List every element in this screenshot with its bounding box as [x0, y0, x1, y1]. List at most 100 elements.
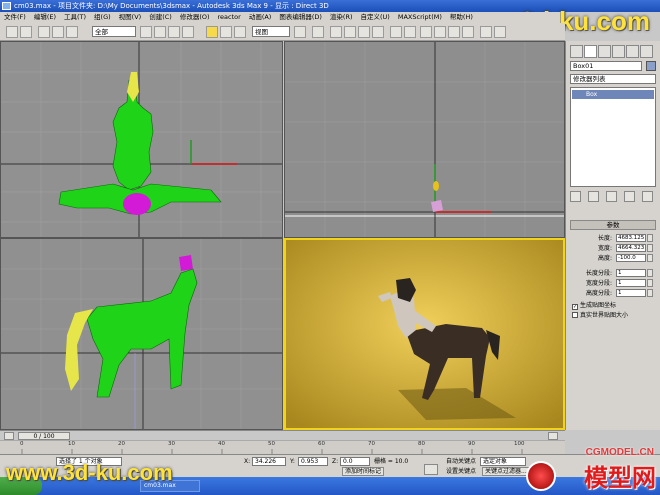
- select-rotate-icon[interactable]: [220, 26, 232, 38]
- menu-maxscript[interactable]: MAXScript(M): [394, 12, 446, 23]
- selection-filter-dropdown[interactable]: 全部: [92, 26, 136, 37]
- angle-snap-icon[interactable]: [344, 26, 356, 38]
- redo-icon[interactable]: [20, 26, 32, 38]
- pivot-center-icon[interactable]: [294, 26, 306, 38]
- spinner-icon[interactable]: [647, 269, 653, 277]
- y-coord-field[interactable]: 0.953: [298, 457, 328, 466]
- grid-size-text: 栅格 = 10.0: [374, 458, 409, 465]
- spinner-icon[interactable]: [647, 279, 653, 287]
- prev-frame-icon[interactable]: [4, 432, 14, 440]
- hierarchy-tab-icon[interactable]: [598, 45, 611, 58]
- select-by-name-icon[interactable]: [154, 26, 166, 38]
- unlink-icon[interactable]: [52, 26, 64, 38]
- set-key-button[interactable]: 设置关键点: [446, 467, 476, 476]
- menu-help[interactable]: 帮助(H): [446, 12, 477, 23]
- modifier-list-dropdown[interactable]: 修改器列表: [570, 74, 656, 84]
- track-bar[interactable]: 0 10 20 30 40 50 60 70 80 90 100: [0, 440, 565, 455]
- viewport-bottom-left[interactable]: [0, 238, 283, 430]
- time-slider[interactable]: 0 / 100: [18, 432, 70, 440]
- menu-edit[interactable]: 编辑(E): [30, 12, 60, 23]
- key-filters-button[interactable]: 关键点过滤器...: [482, 467, 530, 476]
- centaur-head-side[interactable]: [179, 255, 193, 271]
- select-manipulate-icon[interactable]: [312, 26, 324, 38]
- param-input[interactable]: 1: [616, 289, 646, 297]
- selected-object-marker[interactable]: [433, 181, 439, 191]
- menu-group[interactable]: 组(G): [90, 12, 115, 23]
- set-key-icon[interactable]: [424, 464, 438, 475]
- menu-tools[interactable]: 工具(T): [60, 12, 90, 23]
- display-tab-icon[interactable]: [626, 45, 639, 58]
- link-icon[interactable]: [38, 26, 50, 38]
- centaur-head-top[interactable]: [123, 193, 151, 215]
- centaur-side-mini[interactable]: [431, 200, 443, 212]
- remove-modifier-icon[interactable]: [624, 191, 635, 202]
- window-crossing-icon[interactable]: [182, 26, 194, 38]
- percent-snap-icon[interactable]: [358, 26, 370, 38]
- viewport-top-left[interactable]: [0, 41, 283, 238]
- x-coord-field[interactable]: 34.226: [252, 457, 286, 466]
- parameters-rollout[interactable]: 参数: [570, 220, 656, 230]
- next-frame-icon[interactable]: [548, 432, 558, 440]
- menu-graph-editors[interactable]: 图表编辑器(D): [275, 12, 326, 23]
- menu-modifiers[interactable]: 修改器(O): [176, 12, 214, 23]
- param-input[interactable]: -100.0: [616, 254, 646, 262]
- object-name-field[interactable]: Box01: [570, 61, 642, 71]
- quick-render-icon[interactable]: [494, 26, 506, 38]
- utilities-tab-icon[interactable]: [640, 45, 653, 58]
- align-icon[interactable]: [404, 26, 416, 38]
- logo-emblem-icon: [526, 461, 556, 491]
- param-input[interactable]: 4683.125: [616, 234, 646, 242]
- spinner-icon[interactable]: [647, 289, 653, 297]
- auto-key-button[interactable]: 自动关键点: [446, 457, 476, 466]
- add-time-tag-button[interactable]: 添加时间标记: [342, 467, 385, 476]
- menu-create[interactable]: 创建(C): [145, 12, 176, 23]
- render-scene-icon[interactable]: [480, 26, 492, 38]
- menu-file[interactable]: 文件(F): [0, 12, 30, 23]
- snaps-toggle-icon[interactable]: [330, 26, 342, 38]
- centaur-body-side[interactable]: [86, 268, 198, 398]
- bind-space-warp-icon[interactable]: [66, 26, 78, 38]
- show-end-result-icon[interactable]: [588, 191, 599, 202]
- select-object-icon[interactable]: [140, 26, 152, 38]
- menu-animation[interactable]: 动画(A): [245, 12, 276, 23]
- viewport-top-right-scene: [285, 42, 564, 237]
- make-unique-icon[interactable]: [606, 191, 617, 202]
- menu-customize[interactable]: 自定义(U): [357, 12, 394, 23]
- modify-tab-icon[interactable]: [584, 45, 597, 58]
- menu-reactor[interactable]: reactor: [214, 12, 245, 23]
- generate-mapping-checkbox[interactable]: ✓ 生成贴图坐标: [572, 302, 616, 310]
- motion-tab-icon[interactable]: [612, 45, 625, 58]
- undo-icon[interactable]: [6, 26, 18, 38]
- param-width-segs: 宽度分段: 1: [570, 279, 656, 288]
- time-slider-bar: 0 / 100: [0, 430, 565, 440]
- menu-rendering[interactable]: 渲染(R): [326, 12, 357, 23]
- param-input[interactable]: 1: [616, 269, 646, 277]
- schematic-view-icon[interactable]: [448, 26, 460, 38]
- menu-views[interactable]: 视图(V): [115, 12, 146, 23]
- viewport-top-right[interactable]: [284, 41, 565, 238]
- modifier-stack-item[interactable]: Box: [572, 90, 654, 99]
- spinner-icon[interactable]: [647, 254, 653, 262]
- curve-editor-icon[interactable]: [434, 26, 446, 38]
- pin-stack-icon[interactable]: [570, 191, 581, 202]
- param-input[interactable]: 1: [616, 279, 646, 287]
- material-editor-icon[interactable]: [462, 26, 474, 38]
- real-world-map-checkbox[interactable]: 真实世界贴图大小: [572, 312, 628, 320]
- spinner-icon[interactable]: [647, 234, 653, 242]
- configure-sets-icon[interactable]: [642, 191, 653, 202]
- menu-bar: 文件(F) 编辑(E) 工具(T) 组(G) 视图(V) 创建(C) 修改器(O…: [0, 12, 560, 23]
- reference-coord-dropdown[interactable]: 视图: [252, 26, 290, 37]
- rect-selection-icon[interactable]: [168, 26, 180, 38]
- select-move-icon[interactable]: [206, 26, 218, 38]
- layer-manager-icon[interactable]: [420, 26, 432, 38]
- viewport-perspective[interactable]: [284, 238, 565, 430]
- z-coord-field[interactable]: 0.0: [340, 457, 370, 466]
- create-tab-icon[interactable]: [570, 45, 583, 58]
- key-mode-dropdown[interactable]: 选定对象: [480, 457, 526, 466]
- param-input[interactable]: 4664.323: [616, 244, 646, 252]
- object-color-swatch[interactable]: [646, 61, 656, 71]
- spinner-icon[interactable]: [647, 244, 653, 252]
- mirror-icon[interactable]: [390, 26, 402, 38]
- spinner-snap-icon[interactable]: [372, 26, 384, 38]
- select-scale-icon[interactable]: [234, 26, 246, 38]
